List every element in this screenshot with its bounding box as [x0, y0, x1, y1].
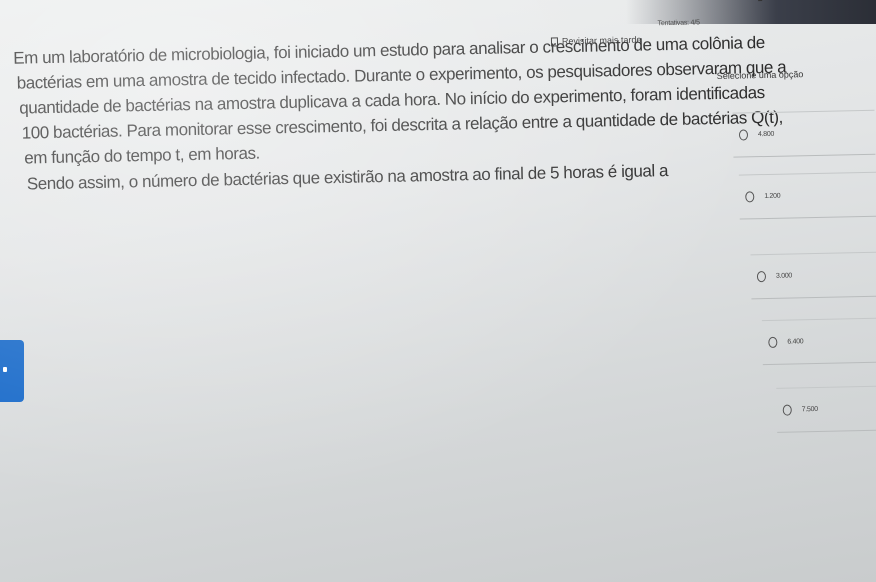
radio-icon[interactable] [738, 129, 749, 141]
attempts-counter: Tentativas: 4/5 [657, 19, 700, 28]
tab-indicator-icon [3, 367, 7, 372]
answer-option-1[interactable]: 4.800 [732, 109, 876, 158]
answer-option-2[interactable]: 1.200 [738, 171, 876, 220]
select-option-prompt: Selecione uma opção [716, 69, 804, 82]
answer-option-4-label: 6.400 [787, 338, 804, 346]
side-panel-tab[interactable] [0, 340, 24, 402]
answer-option-3[interactable]: 3.000 [750, 251, 876, 300]
square-icon [758, 0, 763, 2]
radio-icon[interactable] [768, 336, 778, 348]
answer-option-4[interactable]: 6.400 [761, 317, 876, 366]
answer-option-5[interactable]: 7.500 [776, 384, 876, 433]
question-text: Em um laboratório de microbiologia, foi … [13, 31, 786, 197]
screen: 5 Tentativas: 4/5 Revisitar mais tarde E… [0, 0, 876, 582]
radio-icon[interactable] [745, 191, 755, 203]
radio-icon[interactable] [782, 404, 792, 416]
question-line-5-text: em função do tempo t, em horas. [24, 143, 260, 168]
radio-icon[interactable] [756, 271, 767, 283]
answer-option-3-label: 3.000 [775, 272, 793, 280]
answer-option-1-label: 4.800 [757, 130, 775, 139]
answer-option-5-label: 7.500 [801, 405, 818, 414]
answer-option-2-label: 1.200 [764, 192, 781, 201]
content-area: 5 Tentativas: 4/5 Revisitar mais tarde E… [0, 0, 876, 582]
